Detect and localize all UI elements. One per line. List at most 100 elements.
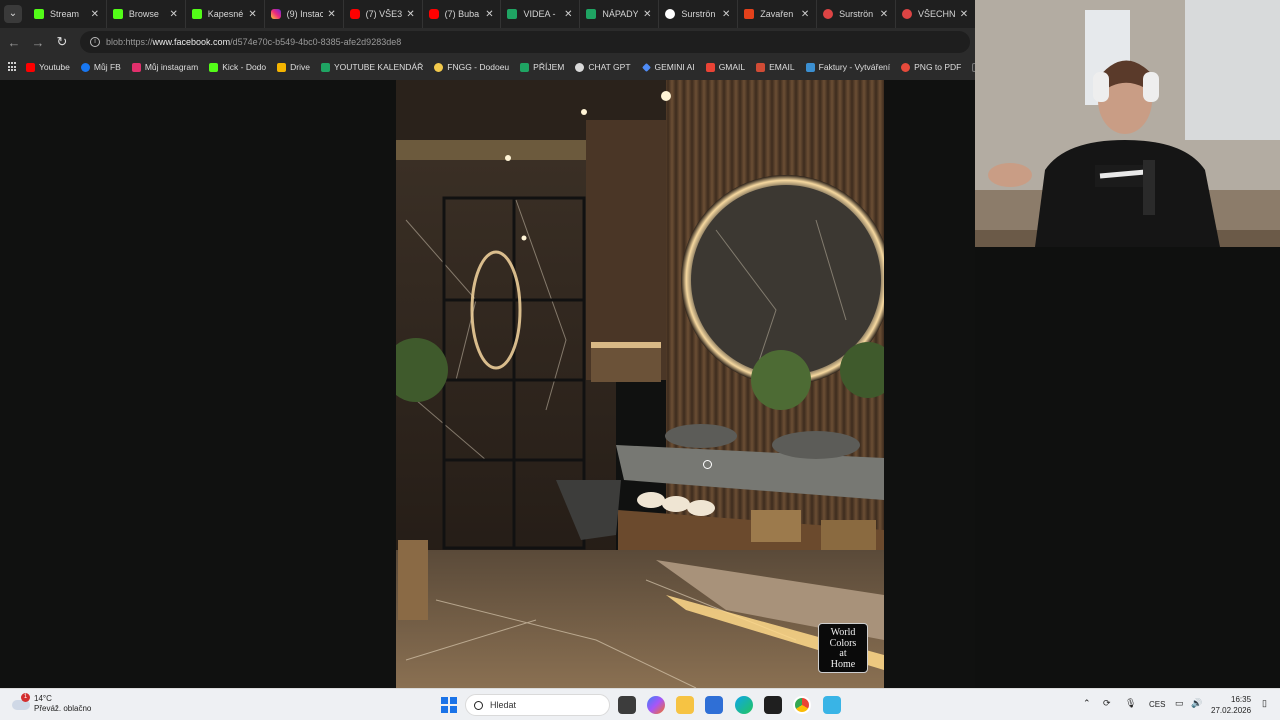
right-dark-area: [975, 247, 1280, 688]
tab-title: (7) Buba: [444, 9, 480, 19]
notepad-icon[interactable]: [823, 696, 841, 714]
apps-grid-icon[interactable]: [8, 62, 16, 72]
tab-title: (7) VŠE3: [365, 9, 402, 19]
volume-icon[interactable]: 🔊: [1191, 698, 1202, 709]
tab-surstromming[interactable]: Surströn ✕: [817, 0, 896, 28]
search-placeholder: Hledat: [490, 700, 517, 710]
tab-stream[interactable]: Stream ✕: [28, 0, 107, 28]
tab-vsechny[interactable]: VŠECHN ✕: [896, 0, 975, 28]
sheets-icon: [586, 9, 597, 19]
microphone-icon[interactable]: 🎙: [1125, 698, 1136, 709]
close-icon[interactable]: ✕: [959, 9, 969, 20]
red-app-icon: [744, 9, 755, 19]
bookmark-email[interactable]: EMAIL: [756, 62, 795, 72]
bookmark-fb[interactable]: Můj FB: [80, 62, 121, 72]
tab-napady[interactable]: NÁPADY ✕: [580, 0, 660, 28]
bookmark-gmail[interactable]: GMAIL: [705, 62, 745, 72]
bookmark-label: Kick - Dodo: [222, 62, 267, 72]
notifications-icon[interactable]: ▯: [1262, 698, 1267, 709]
outlook-icon[interactable]: [705, 696, 723, 714]
edge-icon[interactable]: [735, 696, 753, 714]
close-icon[interactable]: ✕: [800, 9, 810, 20]
tab-search-button[interactable]: ⌄: [4, 5, 22, 23]
tab-videa[interactable]: VIDEA - ✕: [501, 0, 581, 28]
terminal-icon[interactable]: [764, 696, 782, 714]
drive-icon: [277, 62, 287, 72]
png-to-pdf-icon: [901, 62, 911, 72]
surstromming-icon: [823, 9, 834, 19]
watermark-text: at: [839, 648, 847, 659]
tab-youtube-buba[interactable]: (7) Buba ✕: [423, 0, 502, 28]
bookmark-chatgpt[interactable]: CHAT GPT: [575, 62, 631, 72]
taskbar-search[interactable]: Hledat: [465, 694, 610, 716]
tab-browse[interactable]: Browse ✕: [107, 0, 186, 28]
chevron-up-icon[interactable]: ⌃: [1083, 698, 1091, 709]
close-icon[interactable]: ✕: [327, 9, 337, 20]
forward-icon[interactable]: →: [26, 35, 50, 50]
tab-youtube-vse3[interactable]: (7) VŠE3 ✕: [344, 0, 423, 28]
webcam-feed: [975, 0, 1280, 247]
sync-icon[interactable]: ⟳: [1103, 698, 1111, 709]
weather-widget[interactable]: 1 14°C Převáž. oblačno: [12, 693, 91, 714]
close-icon[interactable]: ✕: [248, 9, 258, 20]
back-icon[interactable]: ←: [2, 35, 26, 50]
bookmark-faktury[interactable]: Faktury - Vytváření: [805, 62, 891, 72]
close-icon[interactable]: ✕: [721, 9, 731, 20]
bookmark-drive[interactable]: Drive: [277, 62, 310, 72]
system-clock[interactable]: 16:35 27.02.2026: [1211, 694, 1251, 716]
bookmark-label: Faktury - Vytváření: [818, 62, 891, 72]
close-icon[interactable]: ✕: [879, 9, 889, 20]
tab-title: VIDEA -: [523, 9, 556, 19]
bookmark-label: Můj instagram: [144, 62, 199, 72]
kick-icon: [209, 62, 219, 72]
bookmark-fngg[interactable]: FNGG - Dodoeu: [434, 62, 509, 72]
task-view-icon[interactable]: [618, 696, 636, 714]
bookmark-kick[interactable]: Kick - Dodo: [209, 62, 266, 72]
close-icon[interactable]: ✕: [90, 9, 100, 20]
sheets-icon: [520, 62, 530, 72]
kick-icon: [112, 9, 123, 19]
close-icon[interactable]: ✕: [642, 9, 652, 20]
info-icon[interactable]: i: [90, 37, 100, 47]
bookmark-label: Můj FB: [93, 62, 121, 72]
url-field[interactable]: i blob:https://www.facebook.com/d574e70c…: [80, 31, 970, 53]
close-icon[interactable]: ✕: [169, 9, 179, 20]
bookmark-label: CHAT GPT: [588, 62, 631, 72]
kick-icon: [191, 9, 202, 19]
tab-zavareni[interactable]: Zavařen ✕: [738, 0, 818, 28]
close-icon[interactable]: ✕: [406, 9, 416, 20]
tab-kapesne[interactable]: Kapesné ✕: [186, 0, 265, 28]
tab-instagram[interactable]: (9) Instac ✕: [265, 0, 344, 28]
sheets-icon: [507, 9, 518, 19]
gmail-icon: [705, 62, 715, 72]
email-icon: [756, 62, 766, 72]
bookmark-gemini[interactable]: GEMINI AI: [641, 62, 695, 72]
language-indicator[interactable]: CES: [1149, 700, 1165, 709]
weather-temperature: 14°C: [34, 694, 52, 703]
file-explorer-icon[interactable]: [676, 696, 694, 714]
bookmark-png-to-pdf[interactable]: PNG to PDF: [901, 62, 961, 72]
clock-date: 27.02.2026: [1211, 706, 1252, 715]
watermark-logo: World Colors at Home: [818, 623, 868, 673]
bookmark-youtube[interactable]: Youtube: [26, 62, 70, 72]
bookmark-instagram[interactable]: Můj instagram: [131, 62, 199, 72]
copilot-icon[interactable]: [647, 696, 665, 714]
chrome-icon[interactable]: [793, 696, 811, 714]
reload-icon[interactable]: ↻: [50, 34, 74, 50]
tab-surstromming-google[interactable]: Surströn ✕: [659, 0, 739, 28]
bookmark-prijem[interactable]: PŘÍJEM: [520, 62, 564, 72]
bookmark-youtube-kalendar[interactable]: YOUTUBE KALENDÁŘ: [320, 62, 423, 72]
close-icon[interactable]: ✕: [563, 9, 573, 20]
network-icon[interactable]: ▭: [1175, 698, 1184, 709]
bookmarks-bar: Youtube Můj FB Můj instagram Kick - Dodo…: [0, 56, 995, 78]
close-icon[interactable]: ✕: [484, 9, 494, 20]
youtube-icon: [26, 62, 35, 72]
tab-title: (9) Instac: [286, 9, 323, 19]
sheets-icon: [320, 62, 330, 72]
address-bar: ← → ↻ i blob:https://www.facebook.com/d5…: [0, 28, 975, 56]
watermark-text: World: [830, 627, 856, 638]
watermark-text: Home: [830, 658, 856, 670]
tab-title: Surströn: [681, 9, 716, 19]
windows-start-icon[interactable]: [441, 697, 457, 713]
tab-title: Zavařen: [760, 9, 794, 19]
